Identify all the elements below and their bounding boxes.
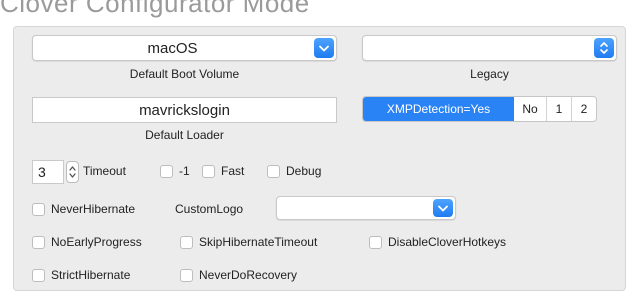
timeout-input[interactable]: 3 [32,160,64,184]
xmp-option-no[interactable]: No [514,97,546,121]
checkbox-box[interactable] [202,164,215,178]
default-boot-volume-value: macOS [147,39,198,57]
fast-label: Fast [221,164,245,178]
xmp-detection-segmented-control: XMPDetection=Yes No 1 2 [362,96,597,122]
default-boot-volume-popup[interactable]: macOS [32,35,337,61]
stepper-arrows-icon [69,166,76,178]
never-do-recovery-label: NeverDoRecovery [199,268,298,282]
default-loader-value: mavrickslogin [139,101,230,119]
custom-logo-label: CustomLogo [175,202,244,216]
checkbox-box[interactable] [32,235,45,249]
custom-logo-value [277,197,431,219]
legacy-popup[interactable] [362,35,617,61]
skip-hibernate-timeout-label: SkipHibernateTimeout [199,235,318,249]
checkbox-box[interactable] [267,164,280,178]
custom-logo-label-row: CustomLogo [175,202,243,216]
default-loader-caption: Default Loader [145,128,224,142]
legacy-value [363,36,592,60]
debug-label: Debug [286,164,322,178]
checkbox-box[interactable] [32,268,45,282]
timeout-value: 3 [38,164,46,180]
fast-checkbox[interactable]: Fast [202,164,244,178]
boot-settings-panel: macOS Default Boot Volume Legacy mavrick… [13,26,626,291]
minus-one-label: -1 [179,164,190,178]
legacy-caption: Legacy [470,67,509,81]
timeout-label: Timeout [83,164,126,178]
updown-chevron-icon [594,38,614,58]
strict-hibernate-checkbox[interactable]: StrictHibernate [32,268,130,282]
chevron-down-icon [433,199,453,217]
chevron-down-icon [314,38,334,58]
no-early-progress-checkbox[interactable]: NoEarlyProgress [32,235,142,249]
never-hibernate-checkbox[interactable]: NeverHibernate [32,202,135,216]
minus-one-checkbox[interactable]: -1 [160,164,190,178]
custom-logo-popup[interactable] [276,196,456,220]
xmp-option-yes[interactable]: XMPDetection=Yes [363,97,514,121]
xmp-option-1[interactable]: 1 [546,97,571,121]
never-do-recovery-checkbox[interactable]: NeverDoRecovery [180,268,297,282]
timeout-label-row: Timeout [83,164,126,178]
timeout-stepper[interactable] [66,161,79,183]
skip-hibernate-timeout-checkbox[interactable]: SkipHibernateTimeout [180,235,317,249]
checkbox-box[interactable] [369,235,382,249]
checkbox-box[interactable] [180,268,193,282]
strict-hibernate-label: StrictHibernate [51,268,131,282]
default-loader-field[interactable]: mavrickslogin [32,97,337,123]
disable-clover-hotkeys-checkbox[interactable]: DisableCloverHotkeys [369,235,506,249]
checkbox-box[interactable] [180,235,193,249]
never-hibernate-label: NeverHibernate [51,202,136,216]
disable-clover-hotkeys-label: DisableCloverHotkeys [388,235,507,249]
window-title: Clover Configurator Mode [0,0,310,18]
debug-checkbox[interactable]: Debug [267,164,321,178]
checkbox-box[interactable] [32,202,45,216]
xmp-option-2[interactable]: 2 [571,97,596,121]
checkbox-box[interactable] [160,164,173,178]
default-boot-volume-caption: Default Boot Volume [129,67,240,81]
no-early-progress-label: NoEarlyProgress [51,235,142,249]
